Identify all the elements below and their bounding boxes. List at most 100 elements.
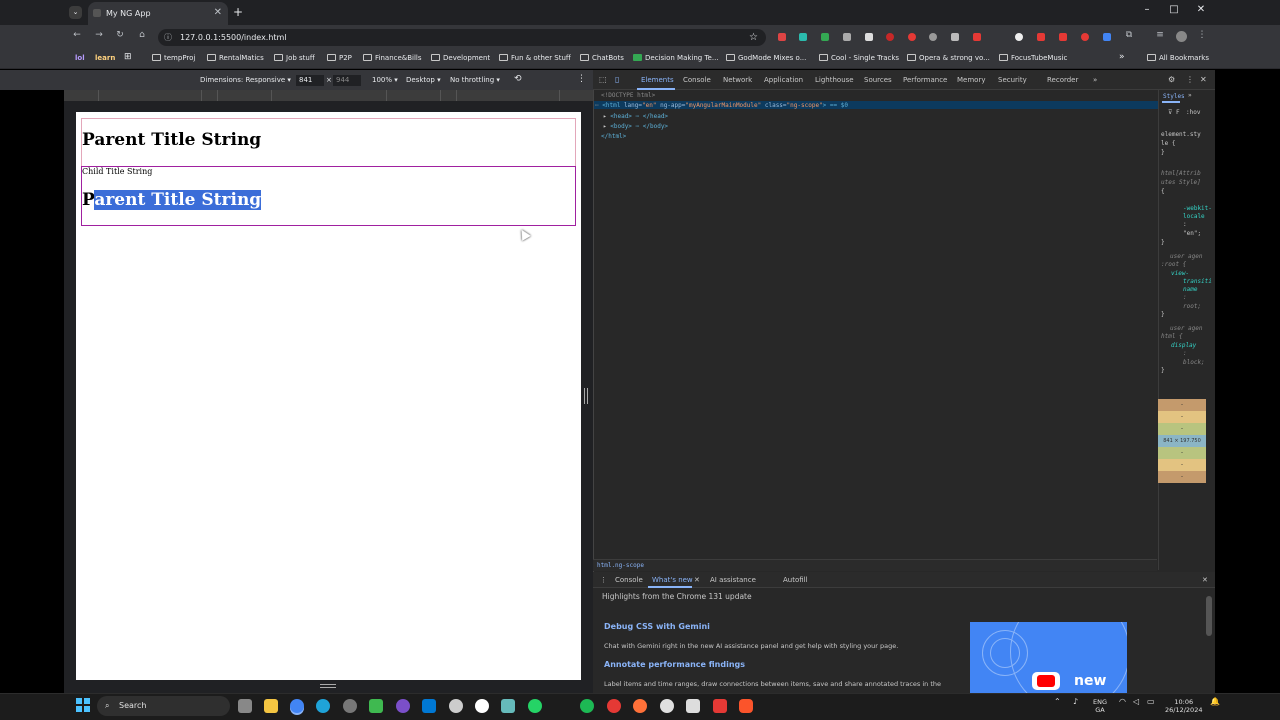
- bookmark-item[interactable]: Decision Making Te...: [633, 54, 719, 62]
- app-icon[interactable]: [343, 699, 357, 713]
- extension-icon[interactable]: [821, 33, 829, 41]
- css-value[interactable]: "en";: [1183, 230, 1201, 237]
- styles-tab[interactable]: Styles: [1163, 93, 1185, 100]
- bookmark-star-icon[interactable]: ☆: [749, 29, 758, 46]
- box-model-margin[interactable]: –: [1158, 399, 1206, 411]
- hover-state-toggle[interactable]: :hov: [1186, 109, 1200, 116]
- rotate-icon[interactable]: ⟲: [514, 74, 522, 84]
- reading-list-icon[interactable]: ≡: [1155, 30, 1165, 40]
- tab-elements[interactable]: Elements: [641, 76, 674, 84]
- filter-input[interactable]: ⊽ F: [1168, 109, 1180, 116]
- minimize-button[interactable]: –: [1137, 4, 1157, 15]
- dimensions-dropdown[interactable]: Dimensions: Responsive ▾: [200, 76, 291, 84]
- media-query-ruler[interactable]: [64, 90, 593, 101]
- video-thumbnail[interactable]: new: [970, 622, 1127, 693]
- battery-icon[interactable]: ▭: [1147, 698, 1155, 706]
- css-property[interactable]: locale: [1183, 213, 1205, 220]
- feature-title-link[interactable]: Annotate performance findings: [604, 660, 745, 669]
- file-explorer-icon[interactable]: [264, 699, 278, 713]
- extension-icon[interactable]: [799, 33, 807, 41]
- drawer-tab-whats-new[interactable]: What's new: [652, 576, 693, 584]
- close-devtools-icon[interactable]: ✕: [1200, 75, 1207, 84]
- bookmark-folder[interactable]: Job stuff: [274, 54, 315, 62]
- doctype-node[interactable]: <!DOCTYPE html>: [601, 92, 655, 99]
- more-panes-icon[interactable]: »: [1188, 92, 1192, 99]
- drawer-menu-icon[interactable]: ⋮: [600, 576, 607, 584]
- language-indicator[interactable]: ENG GA: [1093, 698, 1107, 714]
- tab-search-button[interactable]: ⌄: [69, 6, 82, 19]
- tab-console[interactable]: Console: [683, 76, 711, 84]
- app-icon[interactable]: [686, 699, 700, 713]
- html-node[interactable]: ⋯ <html lang="en" ng-app="myAngularMainM…: [595, 102, 848, 109]
- bookmark-folder[interactable]: P2P: [327, 54, 352, 62]
- viewport-width-resize-handle[interactable]: [584, 388, 588, 404]
- width-input[interactable]: 841: [296, 75, 324, 86]
- device-toggle-icon[interactable]: ▯: [615, 75, 619, 84]
- drawer-tab-close-icon[interactable]: ✕: [694, 576, 700, 584]
- extension-icon[interactable]: [1059, 33, 1067, 41]
- drawer-tab-autofill[interactable]: Autofill: [783, 576, 808, 584]
- bookmark-folder[interactable]: Development: [431, 54, 490, 62]
- bookmark-folder[interactable]: Opera & strong vo...: [907, 54, 990, 62]
- bookmark-folder[interactable]: Finance&Bills: [363, 54, 422, 62]
- css-property[interactable]: -webkit-: [1183, 205, 1212, 212]
- opera-icon[interactable]: [607, 699, 621, 713]
- task-view-icon[interactable]: [238, 699, 252, 713]
- extension-icon[interactable]: [908, 33, 916, 41]
- zoom-dropdown[interactable]: 100% ▾: [372, 76, 398, 84]
- expand-triangle-icon[interactable]: ▸: [603, 113, 607, 120]
- box-model-border[interactable]: –: [1158, 459, 1206, 471]
- app-icon[interactable]: [396, 699, 410, 713]
- app-icon[interactable]: [501, 699, 515, 713]
- bookmark-folder[interactable]: FocusTubeMusic: [999, 54, 1067, 62]
- inspect-element-icon[interactable]: ⬚: [599, 75, 607, 84]
- tab-network[interactable]: Network: [723, 76, 752, 84]
- parent-title-in-child[interactable]: Parent Title String: [82, 190, 262, 210]
- tab-sources[interactable]: Sources: [864, 76, 892, 84]
- home-icon[interactable]: ⌂: [137, 30, 147, 40]
- viewport-height-resize-handle[interactable]: [320, 684, 336, 688]
- extension-icon[interactable]: [973, 33, 981, 41]
- body-node[interactable]: ▸ <body> ⋯ </body>: [603, 123, 668, 130]
- reload-icon[interactable]: ↻: [115, 30, 125, 40]
- tab-lighthouse[interactable]: Lighthouse: [815, 76, 854, 84]
- tray-expand-icon[interactable]: ⌃: [1054, 698, 1061, 706]
- extension-icon[interactable]: [1037, 33, 1045, 41]
- tab-close-icon[interactable]: ✕: [214, 7, 222, 18]
- feature-title-link[interactable]: Debug CSS with Gemini: [604, 622, 710, 631]
- box-model-content[interactable]: 841 × 197.750: [1158, 435, 1206, 447]
- more-bookmarks-icon[interactable]: »: [1119, 52, 1125, 62]
- box-model-border[interactable]: –: [1158, 411, 1206, 423]
- site-info-icon[interactable]: ⓘ: [164, 29, 172, 46]
- acrobat-icon[interactable]: [713, 699, 727, 713]
- chrome-icon[interactable]: [290, 699, 304, 713]
- browser-tab[interactable]: My NG App ✕: [88, 2, 228, 25]
- height-input[interactable]: 944: [333, 75, 361, 86]
- drawer-scrollbar[interactable]: [1206, 596, 1212, 636]
- extension-icon[interactable]: [865, 33, 873, 41]
- youtube-play-icon[interactable]: [1032, 672, 1060, 690]
- taskbar-search[interactable]: ⌕ Search: [97, 696, 230, 716]
- drawer-tab-console[interactable]: Console: [615, 576, 643, 584]
- html-close-tag[interactable]: </html>: [601, 133, 626, 140]
- tab-security[interactable]: Security: [998, 76, 1027, 84]
- head-node[interactable]: ▸ <head> ⋯ </head>: [603, 113, 668, 120]
- app-icon[interactable]: [449, 699, 463, 713]
- app-icon[interactable]: [475, 699, 489, 713]
- notification-bell-icon[interactable]: 🔔: [1210, 698, 1220, 706]
- new-tab-button[interactable]: +: [233, 5, 243, 19]
- tab-application[interactable]: Application: [764, 76, 803, 84]
- tab-recorder[interactable]: Recorder: [1047, 76, 1078, 84]
- device-dropdown[interactable]: Desktop ▾: [406, 76, 441, 84]
- wifi-icon[interactable]: ◠: [1119, 698, 1126, 706]
- bookmark-lol[interactable]: lol: [75, 54, 85, 62]
- forward-icon[interactable]: →: [94, 30, 104, 40]
- whatsapp-icon[interactable]: [528, 699, 542, 713]
- maximize-button[interactable]: □: [1164, 4, 1184, 15]
- extension-icon[interactable]: [843, 33, 851, 41]
- bookmark-folder[interactable]: tempProj: [152, 54, 195, 62]
- bookmark-learn[interactable]: learn: [95, 54, 115, 62]
- tab-memory[interactable]: Memory: [957, 76, 985, 84]
- volume-icon[interactable]: ◁: [1133, 698, 1139, 706]
- extension-icon[interactable]: [929, 33, 937, 41]
